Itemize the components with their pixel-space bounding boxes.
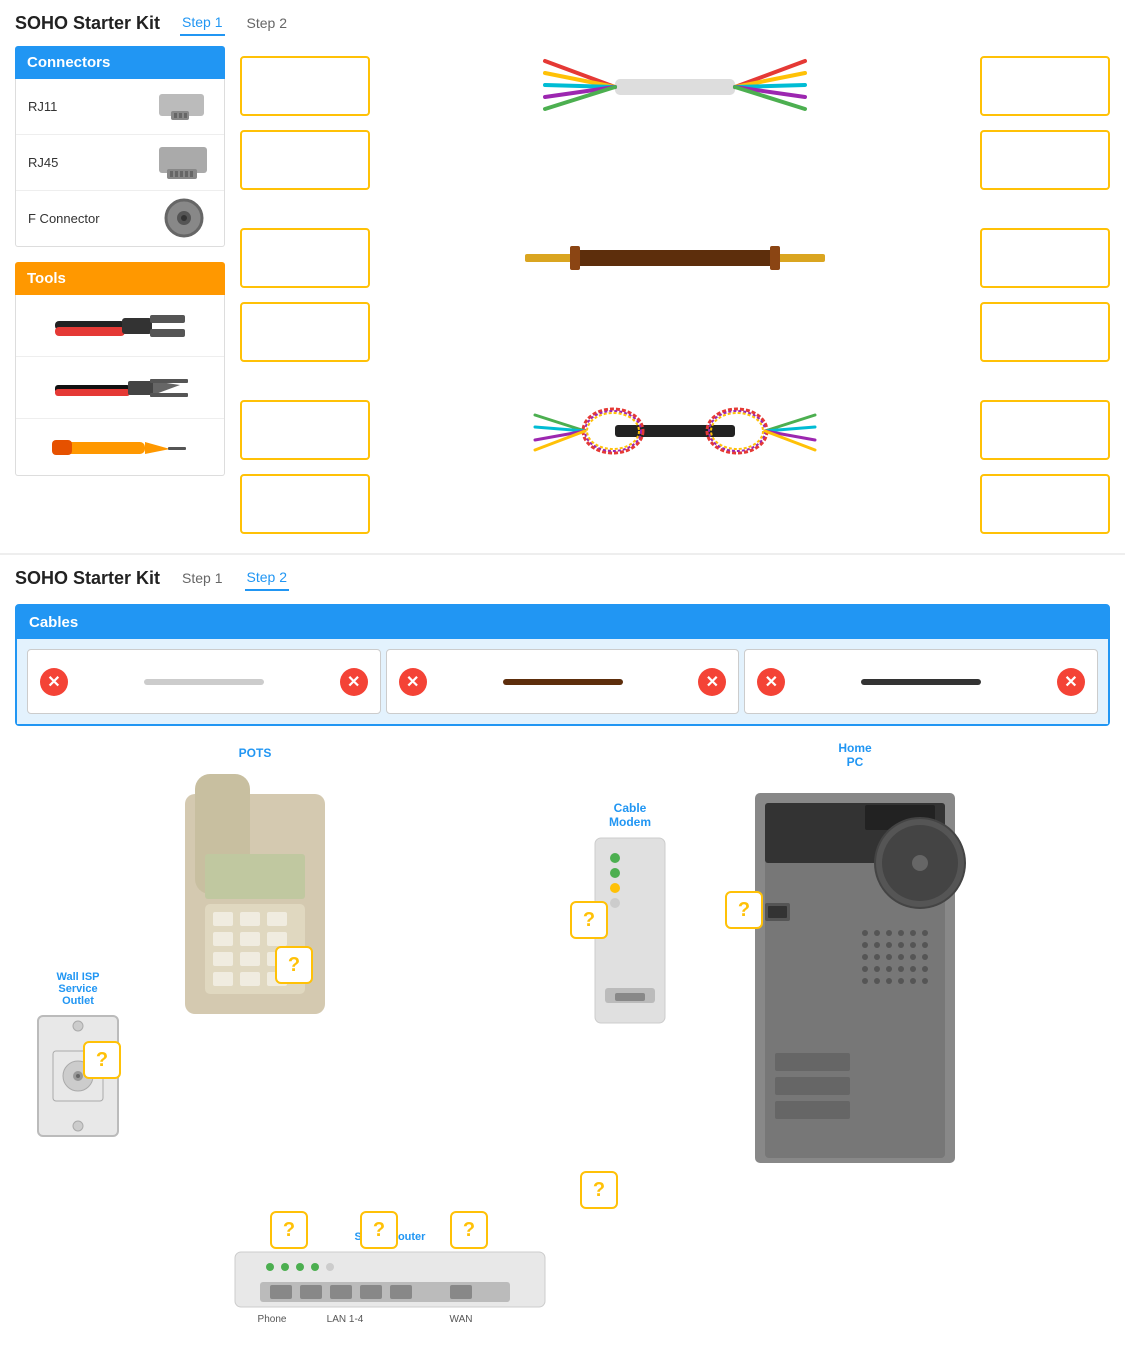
tab-step2-top[interactable]: Step 2 xyxy=(245,11,289,35)
drop-left-3b[interactable] xyxy=(240,474,370,534)
top-kit-section: SOHO Starter Kit Step 1 Step 2 Connector… xyxy=(0,0,1125,548)
remove-cable-coax[interactable]: ✕ xyxy=(399,668,427,696)
home-pc-device: HomePC xyxy=(735,741,975,1178)
question-pots[interactable]: ? xyxy=(275,946,313,984)
wall-outlet-label: Wall ISPServiceOutlet xyxy=(33,971,123,1007)
remove-cable-coax-right[interactable]: ✕ xyxy=(698,668,726,696)
cable-row-3 xyxy=(240,390,1110,470)
cables-panel-header: Cables xyxy=(17,606,1108,639)
drop-right-2[interactable] xyxy=(980,228,1110,288)
drop-left-2b[interactable] xyxy=(240,302,370,362)
tool-crimper[interactable] xyxy=(16,295,224,357)
question-coax-bottom[interactable]: ? xyxy=(580,1171,618,1209)
question-wall-outlet[interactable]: ? xyxy=(83,1041,121,1079)
tab-step1-top[interactable]: Step 1 xyxy=(180,10,224,36)
home-pc-label: HomePC xyxy=(735,741,975,769)
connectors-panel: Connectors RJ11 xyxy=(15,46,225,247)
cables-items-row: ✕ ✕ ✕ ✕ ✕ ✕ xyxy=(17,639,1108,724)
question-cable-modem[interactable]: ? xyxy=(570,901,608,939)
svg-text:Phone: Phone xyxy=(258,1314,287,1325)
cable-card-phone: ✕ ✕ xyxy=(27,649,381,714)
rj11-icon xyxy=(157,89,212,124)
question-router-phone[interactable]: ? xyxy=(270,1211,308,1249)
tab-step1-bottom[interactable]: Step 1 xyxy=(180,566,224,590)
coax-cable-visual xyxy=(380,218,970,298)
cable-row-3b xyxy=(240,474,1110,534)
drop-right-3[interactable] xyxy=(980,400,1110,460)
question-router-lan[interactable]: ? xyxy=(360,1211,398,1249)
drop-right-1[interactable] xyxy=(980,56,1110,116)
cat-cable-visual xyxy=(380,390,970,470)
network-diagram: Wall ISPServiceOutlet ? POTS xyxy=(15,741,1110,1321)
pots-label: POTS xyxy=(175,746,335,760)
connectors-header: Connectors xyxy=(15,46,225,79)
tools-header: Tools xyxy=(15,262,225,295)
remove-cable-ethernet[interactable]: ✕ xyxy=(757,668,785,696)
question-router-wan[interactable]: ? xyxy=(450,1211,488,1249)
cable-row-2b xyxy=(240,302,1110,362)
drop-right-2b[interactable] xyxy=(980,302,1110,362)
cable-modem-device: CableModem ? xyxy=(585,801,675,1038)
drop-left-2[interactable] xyxy=(240,228,370,288)
fconn-icon xyxy=(157,201,212,236)
drop-right-1b[interactable] xyxy=(980,130,1110,190)
remove-cable-phone[interactable]: ✕ xyxy=(40,668,68,696)
drop-right-3b[interactable] xyxy=(980,474,1110,534)
cable-card-coax: ✕ ✕ xyxy=(386,649,740,714)
rj45-icon xyxy=(157,145,212,180)
rj11-label: RJ11 xyxy=(28,99,147,114)
remove-cable-phone-right[interactable]: ✕ xyxy=(340,668,368,696)
rj45-label: RJ45 xyxy=(28,155,147,170)
left-panel: Connectors RJ11 xyxy=(15,46,225,538)
soho-router-device: SOHO Router Phone xyxy=(230,1231,550,1332)
cable-row-1b xyxy=(240,130,1110,190)
cable-row-2 xyxy=(240,218,1110,298)
cable-diagram-area xyxy=(240,46,1110,538)
remove-cable-ethernet-right[interactable]: ✕ xyxy=(1057,668,1085,696)
cables-panel: Cables ✕ ✕ ✕ ✕ ✕ xyxy=(15,604,1110,726)
svg-text:LAN 1-4: LAN 1-4 xyxy=(327,1314,364,1325)
top-kit-title: SOHO Starter Kit xyxy=(15,13,160,34)
connector-rj45[interactable]: RJ45 xyxy=(16,135,224,191)
connector-fconn[interactable]: F Connector xyxy=(16,191,224,246)
drop-left-3[interactable] xyxy=(240,400,370,460)
tool-marker[interactable] xyxy=(16,419,224,475)
connector-rj11[interactable]: RJ11 xyxy=(16,79,224,135)
svg-text:WAN: WAN xyxy=(450,1314,473,1325)
cable-card-ethernet: ✕ ✕ xyxy=(744,649,1098,714)
ethernet-cable-visual xyxy=(380,46,970,126)
tools-panel: Tools xyxy=(15,262,225,476)
cable-modem-label: CableModem xyxy=(585,801,675,829)
wall-outlet-device: Wall ISPServiceOutlet ? xyxy=(33,971,123,1146)
bottom-kit-title: SOHO Starter Kit xyxy=(15,568,160,589)
tool-punchdown[interactable] xyxy=(16,357,224,419)
question-home-pc[interactable]: ? xyxy=(725,891,763,929)
drop-left-1b[interactable] xyxy=(240,130,370,190)
tab-step2-bottom[interactable]: Step 2 xyxy=(245,565,289,591)
drop-left-1[interactable] xyxy=(240,56,370,116)
pots-device: POTS xyxy=(175,746,335,1049)
bottom-kit-section: SOHO Starter Kit Step 1 Step 2 Cables ✕ … xyxy=(0,553,1125,1331)
cable-row-1 xyxy=(240,46,1110,126)
fconn-label: F Connector xyxy=(28,211,147,226)
